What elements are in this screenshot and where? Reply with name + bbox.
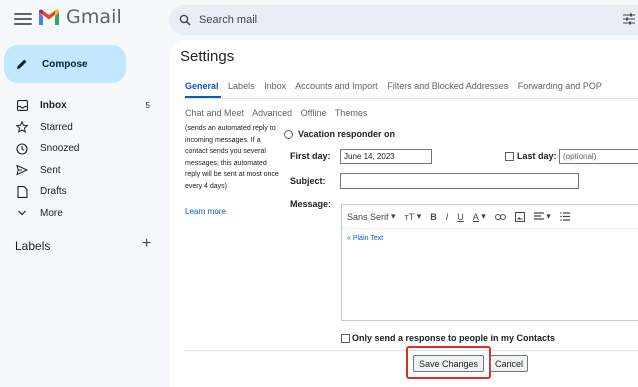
cancel-button[interactable]: Cancel xyxy=(490,355,528,372)
compose-label: Compose xyxy=(42,58,88,70)
vacation-description: (sends an automated reply to incoming me… xyxy=(185,125,279,190)
underline-button[interactable]: U xyxy=(457,212,464,222)
last-day-input[interactable]: (optional) xyxy=(559,149,638,164)
sidebar-item-inbox[interactable]: Inbox 5 xyxy=(0,95,160,117)
send-icon xyxy=(16,164,28,176)
sidebar-item-label: More xyxy=(40,207,63,219)
align-dropdown[interactable]: ▾ xyxy=(533,211,551,222)
tabs-divider xyxy=(185,98,638,99)
tab-themes[interactable]: Themes xyxy=(335,108,368,118)
tab-advanced[interactable]: Advanced xyxy=(252,108,292,118)
search-bar[interactable]: Search mail xyxy=(169,5,638,35)
tab-accounts-and-import[interactable]: Accounts and Import xyxy=(295,81,378,91)
gmail-m-icon xyxy=(39,9,59,25)
vacation-responder-on-radio[interactable] xyxy=(284,130,293,139)
save-changes-button[interactable]: Save Changes xyxy=(413,355,484,372)
numbered-list-icon[interactable] xyxy=(560,212,570,221)
italic-button[interactable]: I xyxy=(446,212,449,222)
page-title: Settings xyxy=(180,48,235,65)
sidebar-item-sent[interactable]: Sent xyxy=(0,160,160,182)
text-color-icon: A xyxy=(472,211,479,222)
app-name: Gmail xyxy=(66,6,122,28)
gmail-logo[interactable]: Gmail xyxy=(38,6,122,28)
sidebar-item-drafts[interactable]: Drafts xyxy=(0,181,160,203)
first-day-label: First day: xyxy=(290,151,331,161)
star-icon xyxy=(16,121,28,134)
inbox-icon xyxy=(16,100,28,112)
last-day-checkbox[interactable] xyxy=(505,152,514,161)
tab-inbox[interactable]: Inbox xyxy=(264,81,286,91)
draft-icon xyxy=(16,185,28,198)
sidebar-item-label: Starred xyxy=(40,121,73,133)
chevron-down-icon xyxy=(16,207,28,219)
settings-tabs: General Labels Inbox Accounts and Import… xyxy=(185,81,609,91)
sidebar-item-starred[interactable]: Starred xyxy=(0,117,160,139)
sidebar-item-label: Inbox xyxy=(40,100,67,112)
settings-panel: Settings General Labels Inbox Accounts a… xyxy=(170,40,638,387)
tab-general[interactable]: General xyxy=(185,81,219,91)
vacation-responder-label: Vacation responder on xyxy=(298,129,396,139)
plain-text-link[interactable]: « Plain Text xyxy=(347,235,383,242)
sidebar-item-snoozed[interactable]: Snoozed xyxy=(0,138,160,160)
formatting-toolbar: Sans Serif ▾ тТ ▾ B I U A ▾ ▾ xyxy=(342,205,638,229)
tab-labels[interactable]: Labels xyxy=(228,81,255,91)
inbox-count: 5 xyxy=(145,101,150,111)
text-color-dropdown[interactable]: A ▾ xyxy=(473,211,486,222)
search-options-icon[interactable] xyxy=(623,13,635,25)
pencil-icon xyxy=(17,59,27,69)
bold-button[interactable]: B xyxy=(430,212,437,222)
last-day-label: Last day: xyxy=(517,151,557,161)
tab-forwarding-pop[interactable]: Forwarding and POP xyxy=(518,81,602,91)
subject-input[interactable] xyxy=(340,173,579,189)
tab-filters[interactable]: Filters and Blocked Addresses xyxy=(387,81,508,91)
font-family-dropdown[interactable]: Sans Serif ▾ xyxy=(347,211,396,222)
sidebar-item-label: Snoozed xyxy=(40,143,80,155)
image-icon[interactable] xyxy=(514,211,525,222)
font-family-value: Sans Serif xyxy=(347,211,389,222)
only-contacts-checkbox[interactable] xyxy=(341,334,350,343)
tab-chat-and-meet[interactable]: Chat and Meet xyxy=(185,108,244,118)
search-icon[interactable] xyxy=(179,14,191,26)
font-size-icon: тТ xyxy=(404,211,415,222)
learn-more-link[interactable]: Learn more xyxy=(185,207,226,216)
clock-icon xyxy=(16,143,28,155)
font-size-dropdown[interactable]: тТ ▾ xyxy=(405,211,422,222)
gmail-app: Gmail Search mail Compose Inbox 5 Starre… xyxy=(0,0,638,387)
message-editor[interactable]: Sans Serif ▾ тТ ▾ B I U A ▾ ▾ « Plain Te… xyxy=(341,204,638,321)
link-icon[interactable] xyxy=(494,213,506,221)
sidebar-nav: Inbox 5 Starred Snoozed Sent Drafts More xyxy=(0,95,160,224)
only-contacts-label: Only send a response to people in my Con… xyxy=(352,333,556,343)
settings-tabs-row2: Chat and Meet Advanced Offline Themes xyxy=(185,108,373,118)
add-label-button[interactable]: + xyxy=(142,235,151,253)
main-menu-icon[interactable] xyxy=(14,10,32,28)
compose-button[interactable]: Compose xyxy=(4,45,126,83)
first-day-input[interactable]: June 14, 2023 xyxy=(340,149,432,164)
message-label: Message: xyxy=(290,199,332,209)
sidebar-item-more[interactable]: More xyxy=(0,203,160,225)
tab-offline[interactable]: Offline xyxy=(301,108,327,118)
sidebar-item-label: Sent xyxy=(40,164,61,176)
sidebar-item-label: Drafts xyxy=(40,186,67,198)
subject-label: Subject: xyxy=(290,176,326,186)
labels-heading: Labels xyxy=(15,239,51,253)
search-input[interactable]: Search mail xyxy=(199,14,257,26)
